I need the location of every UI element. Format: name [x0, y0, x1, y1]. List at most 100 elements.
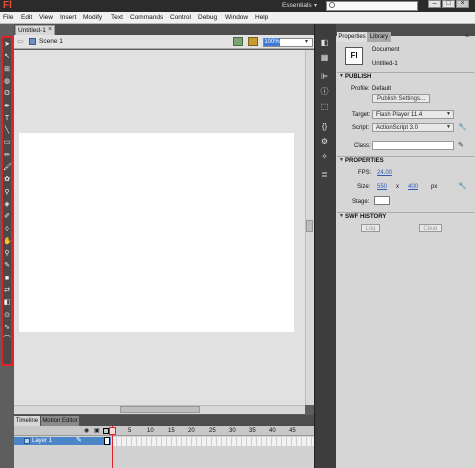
script-select[interactable]: ActionScript 3.0 — [372, 123, 454, 132]
section-swf-history[interactable]: SWF HISTORY — [337, 212, 474, 221]
snap-tool[interactable]: ⊙ — [3, 312, 11, 320]
menu-edit[interactable]: Edit — [21, 14, 32, 22]
menu-file[interactable]: File — [3, 14, 13, 22]
transform-icon[interactable]: ⬚ — [318, 102, 331, 112]
eyedropper-tool[interactable]: ✐ — [3, 213, 11, 221]
3d-rotation-tool[interactable]: ◍ — [3, 78, 11, 86]
pencil-icon[interactable]: ✎ — [458, 142, 466, 150]
class-input[interactable] — [372, 141, 454, 150]
lasso-tool[interactable]: ʘ — [3, 90, 11, 98]
frame-grid[interactable] — [112, 437, 314, 446]
info-icon[interactable]: ⓘ — [318, 87, 331, 97]
maximize-button[interactable]: □ — [442, 0, 455, 8]
pencil-tool[interactable]: ✏ — [3, 152, 11, 160]
swatches-icon[interactable]: ▦ — [318, 53, 331, 63]
help-search-input[interactable] — [326, 1, 418, 11]
zoom-tool[interactable]: ⚲ — [3, 250, 11, 258]
edit-symbols-icon[interactable] — [248, 37, 258, 46]
chevron-down-icon[interactable]: ▼ — [339, 212, 344, 221]
pen-tool[interactable]: ✒ — [3, 103, 11, 111]
brush-tool[interactable]: 🖌 — [3, 164, 12, 172]
target-label: Target: — [352, 112, 371, 118]
target-select[interactable]: Flash Player 11.4 — [372, 110, 454, 119]
close-icon[interactable]: × — [48, 25, 52, 35]
chevron-down-icon[interactable]: ▾ — [305, 38, 308, 47]
chevron-down-icon[interactable]: ▼ — [446, 123, 451, 131]
zoom-value[interactable]: 100% — [264, 38, 280, 46]
frame-number: 5 — [128, 428, 132, 434]
black-white-tool[interactable]: ◧ — [3, 299, 11, 307]
bone-tool[interactable]: ⚲ — [3, 189, 11, 197]
menu-insert[interactable]: Insert — [60, 14, 76, 22]
tab-motion-editor[interactable]: Motion Editor — [41, 416, 79, 426]
layer-name[interactable]: Layer 1 — [32, 437, 52, 445]
free-transform-tool[interactable]: ⊞ — [3, 66, 11, 74]
menu-debug[interactable]: Debug — [198, 14, 217, 22]
tab-library[interactable]: Library — [367, 32, 391, 42]
paint-bucket-tool[interactable]: ◈ — [3, 201, 11, 209]
stage-color-swatch[interactable] — [374, 196, 390, 205]
swap-colors-tool[interactable]: ⇄ — [3, 287, 11, 295]
clear-button[interactable]: Clear — [419, 224, 442, 232]
deco-tool[interactable]: ✿ — [3, 176, 11, 184]
edit-scene-icon[interactable] — [233, 37, 243, 46]
stage-canvas[interactable] — [19, 133, 294, 332]
stroke-color-tool[interactable]: ✎ — [3, 262, 11, 270]
fill-color-tool[interactable]: ■ — [3, 275, 11, 283]
align-icon[interactable]: ⊫ — [318, 72, 331, 82]
scene-label[interactable]: Scene 1 — [39, 38, 63, 46]
pencil-icon: ✎ — [76, 437, 82, 444]
section-properties[interactable]: PROPERTIES — [337, 156, 474, 165]
eye-icon[interactable]: ◉ — [84, 428, 90, 434]
log-button[interactable]: Log — [361, 224, 380, 232]
components-icon[interactable]: ⚙ — [318, 137, 331, 147]
keyframe[interactable] — [104, 437, 110, 445]
rectangle-tool[interactable]: ▭ — [3, 139, 11, 147]
straighten-tool[interactable]: ⌒ — [3, 336, 11, 344]
eraser-tool[interactable]: ◊ — [3, 226, 11, 234]
wrench-icon[interactable]: 🔧 — [458, 124, 467, 132]
class-label: Class: — [354, 143, 371, 149]
code-snippets-icon[interactable]: {} — [318, 122, 331, 132]
subselection-tool[interactable]: ↖ — [3, 53, 11, 61]
chevron-down-icon[interactable]: ▼ — [446, 110, 451, 118]
selection-tool[interactable]: ➤ — [3, 41, 11, 49]
close-button[interactable]: × — [456, 0, 469, 8]
horizontal-scroll-thumb[interactable] — [120, 406, 200, 413]
hand-tool[interactable]: ✋ — [3, 238, 12, 246]
tab-timeline[interactable]: Timeline — [14, 416, 40, 426]
smooth-tool[interactable]: ∿ — [3, 324, 11, 332]
menu-help[interactable]: Help — [255, 14, 268, 22]
fps-value[interactable]: 24.00 — [377, 169, 392, 177]
motion-presets-icon[interactable]: ✧ — [318, 152, 331, 162]
frame-number: 25 — [209, 428, 216, 434]
frame-number: 10 — [147, 428, 154, 434]
minimize-button[interactable]: – — [428, 0, 441, 8]
menu-control[interactable]: Control — [170, 14, 191, 22]
chevron-down-icon[interactable]: ▼ — [339, 72, 344, 81]
menu-modify[interactable]: Modify — [83, 14, 102, 22]
height-value[interactable]: 400 — [408, 183, 418, 191]
playhead-handle[interactable] — [109, 427, 116, 435]
section-publish[interactable]: PUBLISH — [337, 72, 474, 81]
width-value[interactable]: 550 — [377, 183, 387, 191]
frame-number: 30 — [229, 428, 236, 434]
lock-icon[interactable]: ▣ — [94, 428, 100, 434]
line-tool[interactable]: ╲ — [3, 127, 11, 135]
menu-view[interactable]: View — [39, 14, 53, 22]
publish-settings-button[interactable]: Publish Settings... — [372, 94, 430, 103]
chevron-down-icon[interactable]: ▾ — [314, 1, 317, 11]
color-panel-icon[interactable]: ◧ — [318, 38, 331, 48]
text-tool[interactable]: T — [3, 115, 11, 123]
menu-text[interactable]: Text — [111, 14, 123, 22]
panel-menu-icon[interactable]: ≡ — [465, 33, 469, 41]
chevron-down-icon[interactable]: ▼ — [339, 156, 344, 165]
wrench-icon[interactable]: 🔧 — [458, 183, 467, 191]
layer-icon — [24, 438, 30, 444]
menu-window[interactable]: Window — [225, 14, 248, 22]
history-icon[interactable]: ≣ — [318, 170, 331, 180]
menu-commands[interactable]: Commands — [130, 14, 163, 22]
vertical-scroll-thumb[interactable] — [306, 220, 313, 232]
back-arrow-icon[interactable]: ⇦ — [17, 37, 24, 47]
tab-properties[interactable]: Properties — [337, 32, 367, 42]
